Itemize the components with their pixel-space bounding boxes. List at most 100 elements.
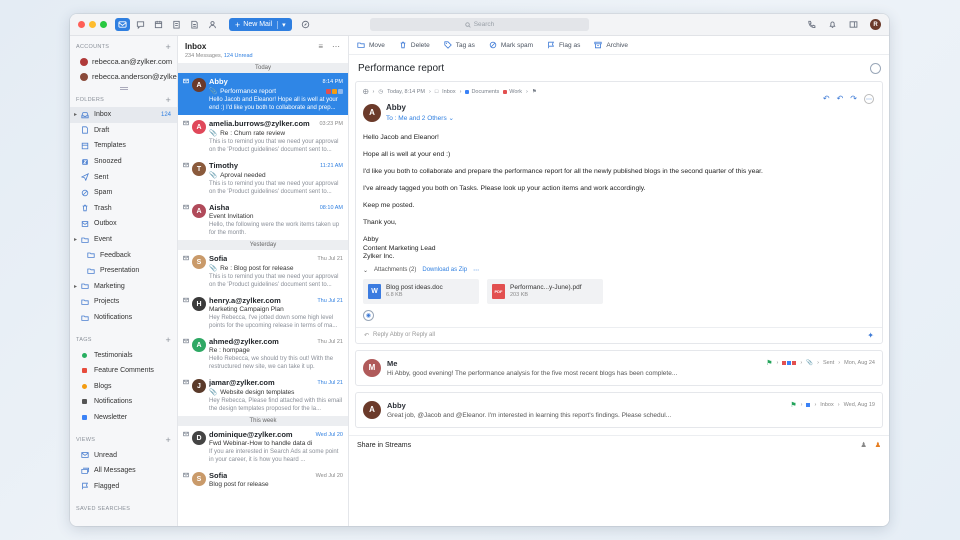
new-mail-button[interactable]: + New Mail ▾ bbox=[229, 18, 292, 31]
phone-icon[interactable] bbox=[807, 20, 816, 29]
reply-icon[interactable]: ↶ bbox=[823, 94, 830, 104]
move-button[interactable]: Move bbox=[357, 41, 385, 49]
message-item[interactable]: Jjamar@zylker.com Thu Jul 21 📎 Website desi… bbox=[178, 374, 348, 416]
tag-documents[interactable]: Documents bbox=[465, 89, 499, 95]
sidebar-item-snoozed[interactable]: Snoozed bbox=[70, 154, 177, 170]
message-item[interactable]: S Sofia Thu Jul 21 📎 Re : Blog post for rele… bbox=[178, 250, 348, 292]
delete-button[interactable]: Delete bbox=[399, 41, 430, 49]
tag-item-blogs[interactable]: Blogs bbox=[70, 379, 177, 395]
mail-app-icon[interactable] bbox=[115, 18, 130, 31]
share-in-streams[interactable]: Share in Streams bbox=[357, 442, 411, 449]
sidebar-item-marketing[interactable]: ▸ Marketing bbox=[70, 279, 177, 295]
envelope-icon[interactable] bbox=[183, 472, 189, 488]
message-item[interactable]: S Sofia Wed Jul 20 Blog post for release bbox=[178, 467, 348, 491]
thread-item[interactable]: A Abby Great job, @Jacob and @Eleanor. I'm… bbox=[355, 391, 883, 428]
download-zip-link[interactable]: Download as Zip bbox=[422, 267, 467, 273]
message-item[interactable]: Aamelia.burrows@zylker.com 03:23 PM 📎 Re : … bbox=[178, 115, 348, 157]
sidebar-item-projects[interactable]: Projects bbox=[70, 294, 177, 310]
search-input[interactable]: Search bbox=[370, 18, 589, 31]
tag-item-testimonials[interactable]: Testimonials bbox=[70, 347, 177, 363]
thread-item[interactable]: M Me Hi Abby, good evening! The performanc… bbox=[355, 349, 883, 386]
view-item-flagged[interactable]: Flagged bbox=[70, 478, 177, 494]
magic-wand-icon[interactable]: ✦ bbox=[867, 331, 874, 340]
attachment-item[interactable]: PDF Performanc...y-June).pdf 203 KB bbox=[487, 278, 603, 304]
message-item[interactable]: Hhenry.a@zylker.com Thu Jul 21 Marketing C… bbox=[178, 292, 348, 333]
envelope-icon[interactable] bbox=[183, 204, 189, 237]
user-avatar[interactable]: R bbox=[870, 19, 881, 30]
sidebar-item-outbox[interactable]: Outbox bbox=[70, 216, 177, 232]
envelope-icon[interactable] bbox=[183, 338, 189, 371]
envelope-icon[interactable] bbox=[183, 120, 189, 154]
sidebar-item-presentation[interactable]: Presentation bbox=[70, 263, 177, 279]
chevron-down-icon[interactable]: ▾ bbox=[277, 20, 286, 29]
envelope-icon[interactable] bbox=[183, 78, 189, 112]
sidebar-item-sent[interactable]: Sent bbox=[70, 169, 177, 185]
tag-item-notifications[interactable]: Notifications bbox=[70, 394, 177, 410]
add-icon[interactable]: ◉ bbox=[363, 309, 374, 321]
tasks-icon[interactable] bbox=[169, 18, 184, 31]
account-item[interactable]: rebecca.anderson@zylker... bbox=[70, 69, 177, 84]
add-tag-icon[interactable]: + bbox=[165, 335, 171, 345]
sidebar-item-notifications[interactable]: Notifications bbox=[70, 310, 177, 326]
archive-button[interactable]: Archive bbox=[594, 41, 628, 49]
minimize-dot[interactable] bbox=[89, 21, 96, 28]
attachment-item[interactable]: W Blog post ideas.doc 6.8 KB bbox=[363, 278, 479, 304]
tag-work[interactable]: Work bbox=[503, 89, 522, 95]
sender-name[interactable]: Abby bbox=[386, 103, 454, 112]
assistant-icon[interactable] bbox=[870, 62, 881, 74]
sidebar-item-trash[interactable]: Trash bbox=[70, 201, 177, 217]
sidebar-item-event[interactable]: ▸ Event bbox=[70, 232, 177, 248]
flag-icon[interactable]: ⚑ bbox=[766, 359, 772, 367]
sidebar-item-inbox[interactable]: ▸ Inbox 124 bbox=[70, 107, 177, 123]
chevron-right-icon[interactable]: ▸ bbox=[74, 236, 77, 243]
contacts-icon[interactable] bbox=[205, 18, 220, 31]
message-item[interactable]: Aahmed@zylker.com Thu Jul 21 Re : hompage H… bbox=[178, 333, 348, 374]
add-view-icon[interactable]: + bbox=[165, 435, 171, 445]
sidebar-item-draft[interactable]: Draft bbox=[70, 123, 177, 139]
tag-item-newsletter[interactable]: Newsletter bbox=[70, 410, 177, 426]
account-item[interactable]: rebecca.an@zylker.com bbox=[70, 54, 177, 69]
mark-spam-button[interactable]: Mark spam bbox=[489, 41, 533, 49]
bell-icon[interactable] bbox=[828, 20, 837, 29]
close-dot[interactable] bbox=[78, 21, 85, 28]
maximize-dot[interactable] bbox=[100, 21, 107, 28]
add-person-icon[interactable]: ♟ bbox=[875, 441, 881, 449]
layout-icon[interactable] bbox=[849, 20, 858, 29]
flag-as-button[interactable]: Flag as bbox=[547, 41, 580, 49]
chat-icon[interactable] bbox=[133, 18, 148, 31]
compass-icon[interactable] bbox=[298, 18, 313, 31]
view-item-all-messages[interactable]: All Messages bbox=[70, 463, 177, 479]
envelope-icon[interactable] bbox=[183, 255, 189, 289]
message-item[interactable]: Ddominique@zylker.com Wed Jul 20 Fwd Webin… bbox=[178, 426, 348, 467]
resize-handle[interactable] bbox=[70, 84, 177, 93]
envelope-icon[interactable] bbox=[183, 379, 189, 413]
reply-all-icon[interactable]: ↶ bbox=[837, 94, 844, 104]
message-item[interactable]: T Timothy 11:21 AM 📎 Aproval needed This is t… bbox=[178, 157, 348, 199]
sidebar-item-templates[interactable]: Templates bbox=[70, 138, 177, 154]
tag-as-button[interactable]: Tag as bbox=[444, 41, 475, 49]
tag-item-feature-comments[interactable]: Feature Comments bbox=[70, 363, 177, 379]
more-icon[interactable]: ⋯ bbox=[864, 94, 874, 104]
chevron-right-icon[interactable]: ▸ bbox=[74, 111, 77, 118]
forward-icon[interactable]: ↷ bbox=[850, 94, 857, 104]
chevron-right-icon[interactable]: ▸ bbox=[74, 283, 77, 290]
notes-icon[interactable] bbox=[187, 18, 202, 31]
filter-icon[interactable]: ≡ bbox=[318, 42, 323, 51]
add-account-icon[interactable]: + bbox=[165, 42, 171, 52]
envelope-icon[interactable] bbox=[183, 162, 189, 196]
envelope-icon[interactable] bbox=[183, 431, 189, 464]
sender-avatar[interactable]: A bbox=[363, 103, 381, 122]
people-icon[interactable]: ♟ bbox=[860, 441, 866, 449]
sidebar-item-feedback[interactable]: Feedback bbox=[70, 247, 177, 263]
more-icon[interactable]: ⋯ bbox=[332, 42, 340, 51]
share-icon[interactable]: ⨁ bbox=[363, 89, 369, 95]
flag-icon[interactable]: ⚑ bbox=[790, 401, 796, 409]
calendar-icon[interactable] bbox=[151, 18, 166, 31]
sidebar-item-spam[interactable]: Spam bbox=[70, 185, 177, 201]
chevron-down-icon[interactable]: ⌄ bbox=[363, 267, 368, 274]
flag-icon[interactable]: ⚑ bbox=[532, 89, 537, 95]
add-folder-icon[interactable]: + bbox=[165, 95, 171, 105]
message-item[interactable]: A Abby 8:14 PM 📎 Performance report Hello Jac… bbox=[178, 73, 348, 115]
reply-bar[interactable]: ↶ Reply Abby or Reply all ✦ bbox=[356, 326, 882, 343]
recipients[interactable]: To : Me and 2 Others ⌄ bbox=[386, 114, 454, 122]
